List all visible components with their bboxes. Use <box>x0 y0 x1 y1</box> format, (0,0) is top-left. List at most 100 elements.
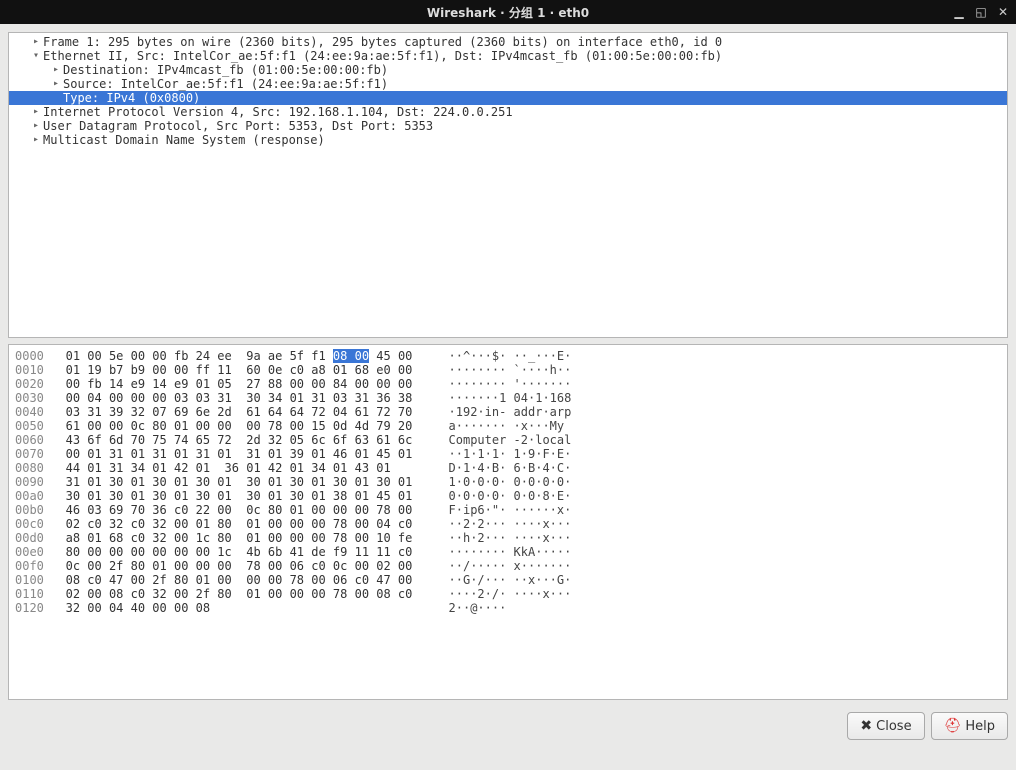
hex-bytes: 80 00 00 00 00 00 00 1c 4b 6b 41 de f9 1… <box>66 545 427 559</box>
hex-offset: 00f0 <box>15 559 44 573</box>
hex-row[interactable]: 0020 00 fb 14 e9 14 e9 01 05 27 88 00 00… <box>15 377 1001 391</box>
tree-row-text: Destination: IPv4mcast_fb (01:00:5e:00:0… <box>63 63 388 77</box>
expand-arrow-icon[interactable]: ▸ <box>49 63 63 77</box>
hex-row[interactable]: 00f0 0c 00 2f 80 01 00 00 00 78 00 06 c0… <box>15 559 1001 573</box>
hex-bytes: 46 03 69 70 36 c0 22 00 0c 80 01 00 00 0… <box>66 503 427 517</box>
close-button-label: Close <box>876 719 911 734</box>
expand-arrow-icon[interactable]: ▾ <box>29 49 43 63</box>
tree-row-text: Multicast Domain Name System (response) <box>43 133 325 147</box>
hex-offset: 0010 <box>15 363 44 377</box>
hex-row[interactable]: 00a0 30 01 30 01 30 01 30 01 30 01 30 01… <box>15 489 1001 503</box>
tree-row[interactable]: ▸Internet Protocol Version 4, Src: 192.1… <box>9 105 1007 119</box>
hex-offset: 0070 <box>15 447 44 461</box>
hex-row[interactable]: 0120 32 00 04 40 00 00 08 2··@···· <box>15 601 1001 615</box>
hex-row[interactable]: 00d0 a8 01 68 c0 32 00 1c 80 01 00 00 00… <box>15 531 1001 545</box>
tree-row-text: User Datagram Protocol, Src Port: 5353, … <box>43 119 433 133</box>
hex-row[interactable]: 0030 00 04 00 00 00 03 03 31 30 34 01 31… <box>15 391 1001 405</box>
hex-row[interactable]: 0040 03 31 39 32 07 69 6e 2d 61 64 64 72… <box>15 405 1001 419</box>
hex-row[interactable]: 0050 61 00 00 0c 80 01 00 00 00 78 00 15… <box>15 419 1001 433</box>
hex-ascii: ·192·in- addr·arp <box>449 405 572 419</box>
window-controls: ▁ ◱ ✕ <box>952 0 1010 24</box>
hex-ascii: F·ip6·"· ······x· <box>449 503 572 517</box>
hex-offset: 0080 <box>15 461 44 475</box>
hex-offset: 0050 <box>15 419 44 433</box>
hex-row[interactable]: 0110 02 00 08 c0 32 00 2f 80 01 00 00 00… <box>15 587 1001 601</box>
tree-row[interactable]: ▸Source: IntelCor_ae:5f:f1 (24:ee:9a:ae:… <box>9 77 1007 91</box>
hex-ascii: ··2·2··· ····x··· <box>449 517 572 531</box>
tree-row[interactable]: ▾Ethernet II, Src: IntelCor_ae:5f:f1 (24… <box>9 49 1007 63</box>
tree-row-text: Type: IPv4 (0x0800) <box>63 91 200 105</box>
tree-row[interactable]: ▸User Datagram Protocol, Src Port: 5353,… <box>9 119 1007 133</box>
window-title: Wireshark · 分组 1 · eth0 <box>427 4 589 21</box>
hex-row[interactable]: 00e0 80 00 00 00 00 00 00 1c 4b 6b 41 de… <box>15 545 1001 559</box>
packet-bytes-hex[interactable]: 0000 01 00 5e 00 00 fb 24 ee 9a ae 5f f1… <box>8 344 1008 700</box>
hex-bytes: 0c 00 2f 80 01 00 00 00 78 00 06 c0 0c 0… <box>66 559 427 573</box>
hex-row[interactable]: 0080 44 01 31 34 01 42 01 36 01 42 01 34… <box>15 461 1001 475</box>
hex-bytes: 31 01 30 01 30 01 30 01 30 01 30 01 30 0… <box>66 475 427 489</box>
hex-ascii: ··1·1·1· 1·9·F·E· <box>449 447 572 461</box>
hex-row[interactable]: 0060 43 6f 6d 70 75 74 65 72 2d 32 05 6c… <box>15 433 1001 447</box>
hex-offset: 0020 <box>15 377 44 391</box>
hex-bytes: 00 fb 14 e9 14 e9 01 05 27 88 00 00 84 0… <box>66 377 427 391</box>
close-button[interactable]: ✖ Close <box>847 712 924 740</box>
hex-offset: 0120 <box>15 601 44 615</box>
help-button[interactable]: ⛑ Help <box>931 712 1008 740</box>
hex-row[interactable]: 0090 31 01 30 01 30 01 30 01 30 01 30 01… <box>15 475 1001 489</box>
hex-row[interactable]: 0070 00 01 31 01 31 01 31 01 31 01 39 01… <box>15 447 1001 461</box>
tree-row[interactable]: Type: IPv4 (0x0800) <box>9 91 1007 105</box>
tree-row-text: Ethernet II, Src: IntelCor_ae:5f:f1 (24:… <box>43 49 722 63</box>
hex-ascii: ········ KkA····· <box>449 545 572 559</box>
hex-offset: 0000 <box>15 349 44 363</box>
hex-row[interactable]: 0000 01 00 5e 00 00 fb 24 ee 9a ae 5f f1… <box>15 349 1001 363</box>
hex-ascii: ··G·/··· ··x···G· <box>449 573 572 587</box>
hex-offset: 0100 <box>15 573 44 587</box>
expand-arrow-icon[interactable]: ▸ <box>29 105 43 119</box>
hex-row[interactable]: 00b0 46 03 69 70 36 c0 22 00 0c 80 01 00… <box>15 503 1001 517</box>
button-bar: ✖ Close ⛑ Help <box>8 706 1008 740</box>
hex-offset: 0090 <box>15 475 44 489</box>
hex-bytes: 00 04 00 00 00 03 03 31 30 34 01 31 03 3… <box>66 391 427 405</box>
hex-row[interactable]: 0010 01 19 b7 b9 00 00 ff 11 60 0e c0 a8… <box>15 363 1001 377</box>
window-body: ▸Frame 1: 295 bytes on wire (2360 bits),… <box>0 24 1016 770</box>
help-icon: ⛑ <box>944 718 962 734</box>
hex-ascii: ··/····· x······· <box>449 559 572 573</box>
hex-ascii: D·1·4·B· 6·B·4·C· <box>449 461 572 475</box>
tree-row[interactable]: ▸Frame 1: 295 bytes on wire (2360 bits),… <box>9 35 1007 49</box>
tree-row-text: Frame 1: 295 bytes on wire (2360 bits), … <box>43 35 722 49</box>
hex-bytes: 61 00 00 0c 80 01 00 00 00 78 00 15 0d 4… <box>66 419 427 433</box>
hex-bytes: 43 6f 6d 70 75 74 65 72 2d 32 05 6c 6f 6… <box>66 433 427 447</box>
hex-bytes: 02 c0 32 c0 32 00 01 80 01 00 00 00 78 0… <box>66 517 427 531</box>
hex-ascii: ········ `····h·· <box>449 363 572 377</box>
maximize-button[interactable]: ◱ <box>974 5 988 19</box>
close-window-button[interactable]: ✕ <box>996 5 1010 19</box>
hex-ascii: 0·0·0·0· 0·0·8·E· <box>449 489 572 503</box>
titlebar: Wireshark · 分组 1 · eth0 ▁ ◱ ✕ <box>0 0 1016 24</box>
expand-arrow-icon[interactable]: ▸ <box>29 119 43 133</box>
hex-offset: 00b0 <box>15 503 44 517</box>
hex-offset: 0030 <box>15 391 44 405</box>
tree-row[interactable]: ▸Multicast Domain Name System (response) <box>9 133 1007 147</box>
expand-arrow-icon[interactable]: ▸ <box>49 77 63 91</box>
hex-highlight: 08 00 <box>333 349 369 363</box>
expand-arrow-icon[interactable]: ▸ <box>29 35 43 49</box>
hex-bytes: 01 19 b7 b9 00 00 ff 11 60 0e c0 a8 01 6… <box>66 363 427 377</box>
packet-details-tree[interactable]: ▸Frame 1: 295 bytes on wire (2360 bits),… <box>8 32 1008 338</box>
hex-row[interactable]: 00c0 02 c0 32 c0 32 00 01 80 01 00 00 00… <box>15 517 1001 531</box>
hex-offset: 0110 <box>15 587 44 601</box>
hex-offset: 00c0 <box>15 517 44 531</box>
hex-bytes: a8 01 68 c0 32 00 1c 80 01 00 00 00 78 0… <box>66 531 427 545</box>
expand-arrow-icon[interactable]: ▸ <box>29 133 43 147</box>
hex-ascii: a······· ·x···My <box>449 419 572 433</box>
hex-ascii: 1·0·0·0· 0·0·0·0· <box>449 475 572 489</box>
hex-bytes: 32 00 04 40 00 00 08 <box>66 601 427 615</box>
help-button-label: Help <box>965 719 995 734</box>
hex-bytes: 30 01 30 01 30 01 30 01 30 01 30 01 38 0… <box>66 489 427 503</box>
hex-offset: 00a0 <box>15 489 44 503</box>
tree-row[interactable]: ▸Destination: IPv4mcast_fb (01:00:5e:00:… <box>9 63 1007 77</box>
hex-row[interactable]: 0100 08 c0 47 00 2f 80 01 00 00 00 78 00… <box>15 573 1001 587</box>
hex-ascii: ··^···$· ··_···E· <box>449 349 572 363</box>
hex-ascii: ··h·2··· ····x··· <box>449 531 572 545</box>
minimize-button[interactable]: ▁ <box>952 5 966 19</box>
hex-bytes: 44 01 31 34 01 42 01 36 01 42 01 34 01 4… <box>66 461 427 475</box>
hex-bytes: 00 01 31 01 31 01 31 01 31 01 39 01 46 0… <box>66 447 427 461</box>
